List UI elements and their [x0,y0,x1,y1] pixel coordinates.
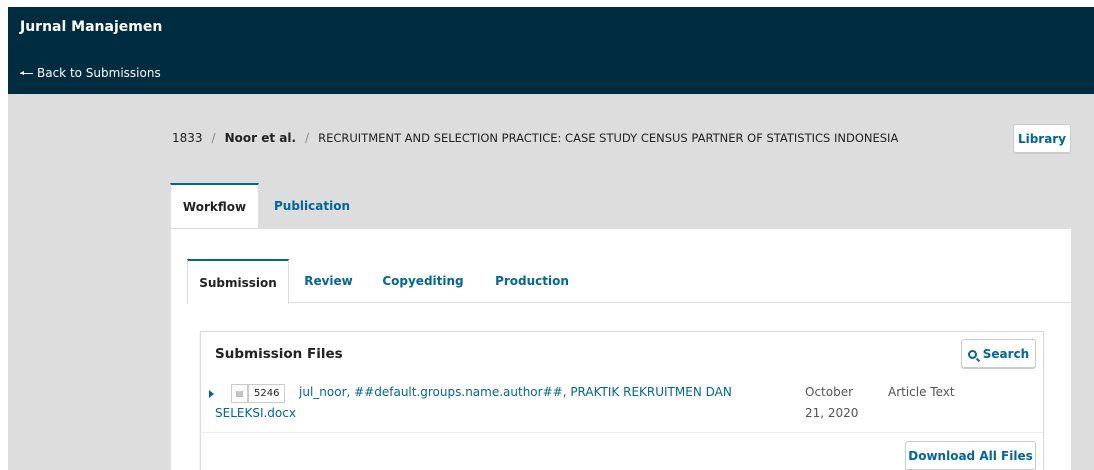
tab-workflow[interactable]: Workflow [170,183,259,228]
submission-title: RECRUITMENT AND SELECTION PRACTICE: CASE… [318,131,899,145]
breadcrumb-separator: / [305,131,310,145]
submission-authors: Noor et al. [224,131,297,145]
submission-files-header: Submission Files Search [201,332,1043,377]
file-date: October 21, 2020 [805,385,859,420]
search-files-button[interactable]: Search [961,339,1036,369]
workflow-subtabs: Submission Review Copyediting Production [187,259,1072,304]
expand-caret-icon[interactable] [209,390,214,398]
subtab-submission[interactable]: Submission [187,259,289,304]
file-id-badge: 5246 [248,384,286,403]
back-to-submissions-link[interactable]: Back to Submissions [20,66,161,80]
subtab-review[interactable]: Review [289,259,368,303]
subtab-production[interactable]: Production [478,259,586,303]
app-header: Jurnal Manajemen Back to Submissions [8,7,1094,94]
submission-files-heading: Submission Files [215,346,343,362]
journal-title[interactable]: Jurnal Manajemen [20,19,162,35]
back-link-label: Back to Submissions [37,66,161,80]
file-type: Article Text [888,385,955,399]
page: Jurnal Manajemen Back to Submissions 183… [8,7,1094,470]
tab-publication[interactable]: Publication [259,183,365,228]
search-icon [967,349,977,359]
breadcrumb: 1833 / Noor et al. / RECRUITMENT AND SEL… [172,131,898,145]
breadcrumb-separator: / [211,131,216,145]
subtab-copyediting[interactable]: Copyediting [368,259,478,303]
library-button[interactable]: Library [1013,124,1071,154]
submission-files-panel: Submission Files Search jul_noor, ##defa… [200,331,1044,470]
search-button-label: Search [982,347,1030,361]
file-name-link[interactable]: jul_noor, ##default.groups.name.author##… [215,382,795,424]
download-all-files-button[interactable]: Download All Files [905,441,1036,470]
document-icon: ▤ [231,384,248,403]
arrow-left-icon [20,70,33,75]
workflow-panel: Submission Review Copyediting Production… [170,228,1072,470]
file-row: jul_noor, ##default.groups.name.author##… [201,377,1043,433]
submission-id: 1833 [172,131,203,145]
